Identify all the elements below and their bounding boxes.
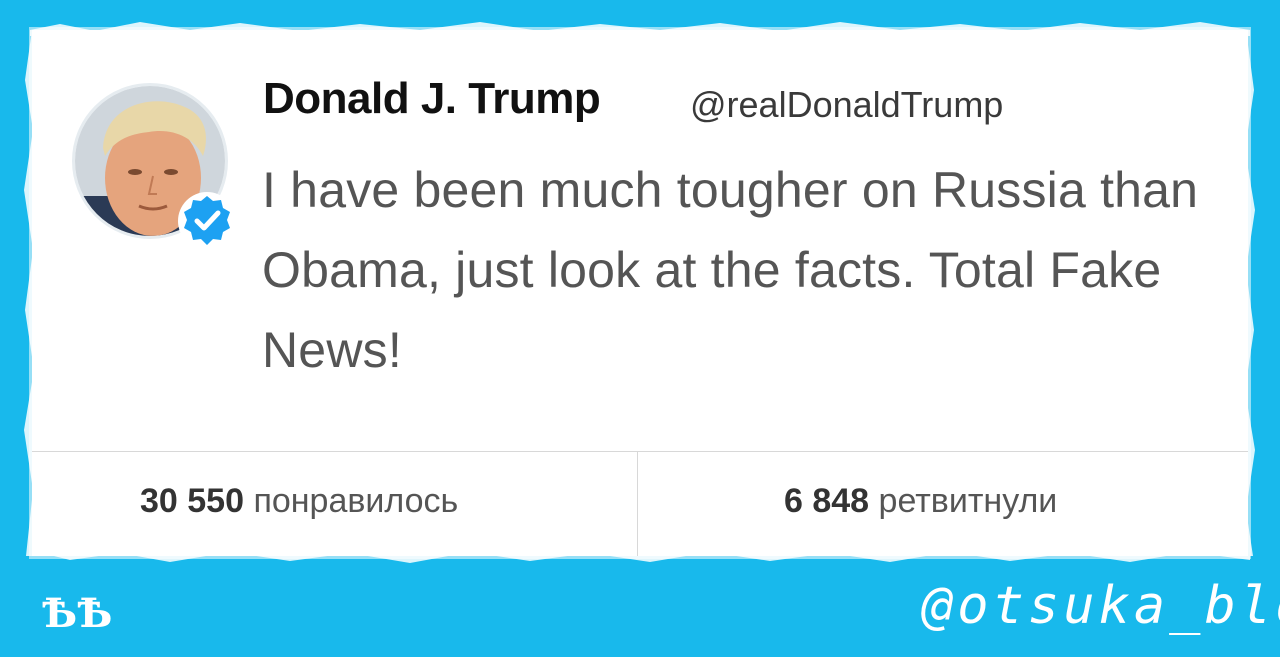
author-credit: @otsuka_bld: [922, 576, 1280, 636]
user-handle[interactable]: @realDonaldTrump: [690, 84, 1003, 126]
likes-count: 30 550: [140, 482, 244, 520]
tweet-text: I have been much tougher on Russia than …: [262, 162, 1199, 378]
brand-logo: ѢѢ: [42, 590, 113, 637]
likes-stat[interactable]: 30 550 понравилось: [140, 482, 458, 521]
stats-divider: [32, 451, 1248, 452]
stats-column-divider: [637, 452, 638, 556]
verified-badge-icon: [178, 192, 236, 250]
display-name[interactable]: Donald J. Trump: [263, 74, 601, 124]
retweets-count: 6 848: [784, 482, 870, 520]
retweets-stat[interactable]: 6 848 ретвитнули: [784, 482, 1057, 521]
likes-label: понравилось: [253, 482, 459, 520]
retweets-label: ретвитнули: [878, 482, 1058, 520]
